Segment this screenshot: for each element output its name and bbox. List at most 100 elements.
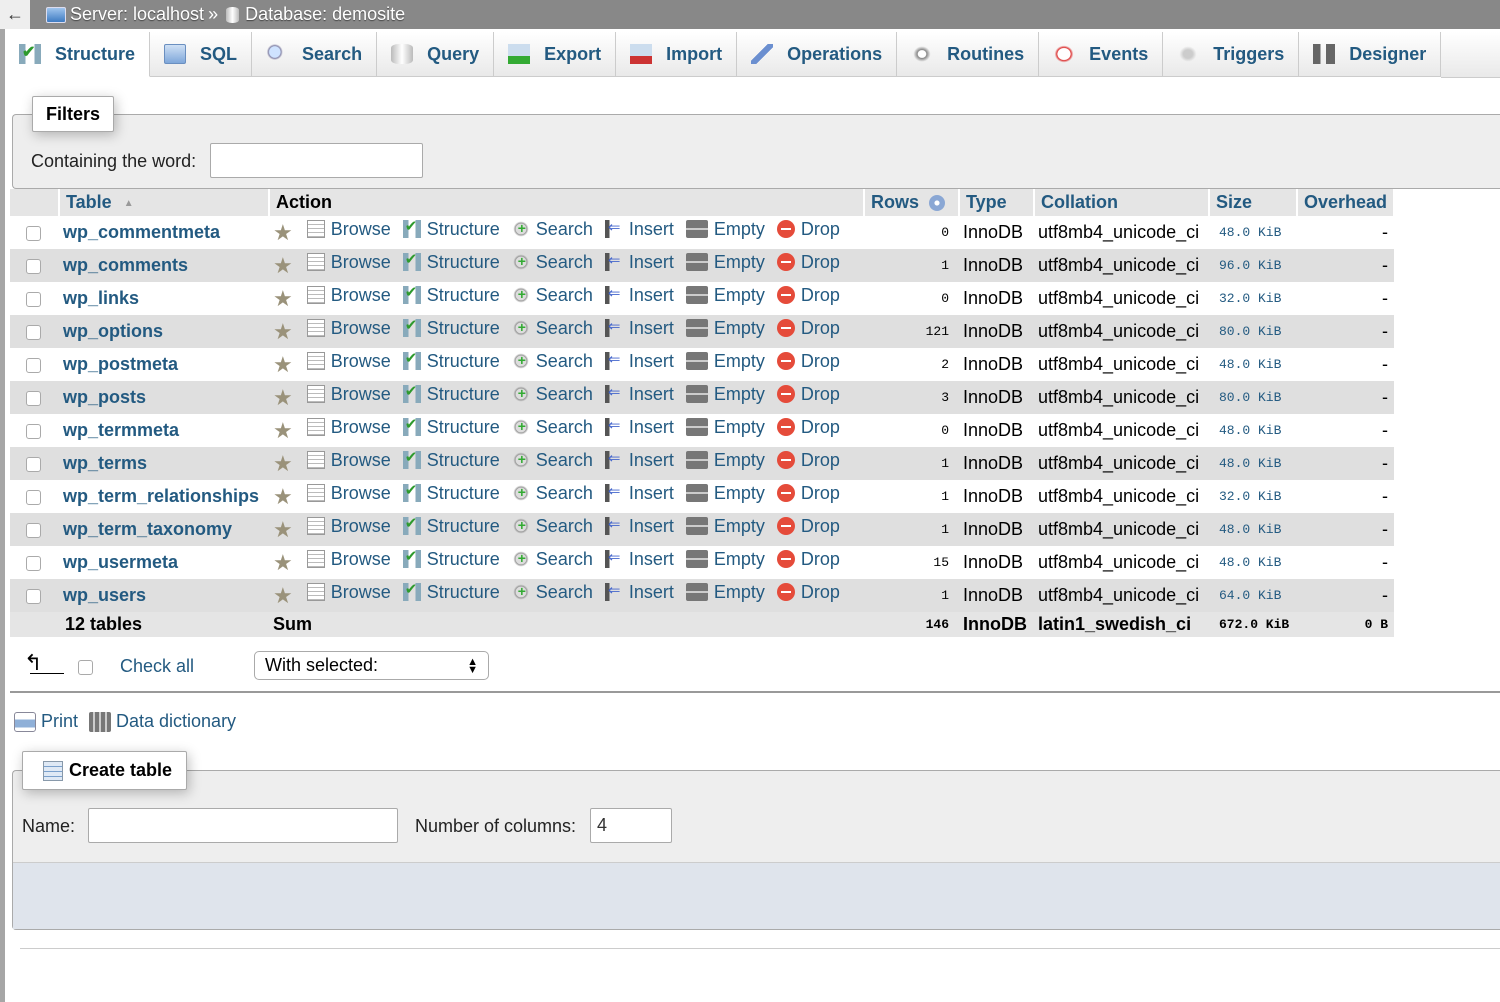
action-browse[interactable]: Browse <box>306 582 391 603</box>
table-size[interactable]: 48.0 KiB <box>1209 546 1297 579</box>
table-name-input[interactable] <box>88 808 398 843</box>
action-drop[interactable]: Drop <box>776 351 840 372</box>
table-name-link[interactable]: wp_postmeta <box>63 354 178 374</box>
action-browse[interactable]: Browse <box>306 219 391 240</box>
table-name-link[interactable]: wp_links <box>63 288 139 308</box>
action-empty[interactable]: Empty <box>685 483 765 504</box>
filter-word-input[interactable] <box>210 143 423 178</box>
print-link[interactable]: Print <box>14 711 78 732</box>
action-insert[interactable]: Insert <box>604 482 674 504</box>
action-insert[interactable]: Insert <box>604 449 674 471</box>
action-search[interactable]: Search <box>511 417 593 438</box>
columns-count-input[interactable] <box>590 808 672 843</box>
action-empty[interactable]: Empty <box>685 417 765 438</box>
action-structure[interactable]: Structure <box>402 580 500 603</box>
action-insert[interactable]: Insert <box>604 383 674 405</box>
action-drop[interactable]: Drop <box>776 318 840 339</box>
action-drop[interactable]: Drop <box>776 384 840 405</box>
row-checkbox[interactable] <box>26 291 41 307</box>
table-size[interactable]: 32.0 KiB <box>1209 480 1297 513</box>
table-size[interactable]: 48.0 KiB <box>1209 414 1297 447</box>
favorite-star-icon[interactable]: ★ <box>273 517 293 542</box>
table-name-link[interactable]: wp_terms <box>63 453 147 473</box>
row-checkbox[interactable] <box>26 324 41 340</box>
table-size[interactable]: 64.0 KiB <box>1209 579 1297 612</box>
action-empty[interactable]: Empty <box>685 450 765 471</box>
tab-events[interactable]: Events <box>1039 32 1164 77</box>
table-name-link[interactable]: wp_usermeta <box>63 552 178 572</box>
action-structure[interactable]: Structure <box>402 382 500 405</box>
action-empty[interactable]: Empty <box>685 384 765 405</box>
row-checkbox[interactable] <box>26 423 41 439</box>
breadcrumb-server[interactable]: Server: localhost <box>46 4 204 25</box>
action-structure[interactable]: Structure <box>402 349 500 372</box>
tab-structure[interactable]: ✔ Structure <box>5 32 151 77</box>
action-drop[interactable]: Drop <box>776 417 840 438</box>
favorite-star-icon[interactable]: ★ <box>273 418 293 443</box>
action-insert[interactable]: Insert <box>604 548 674 570</box>
tab-query[interactable]: Query <box>377 32 495 77</box>
action-search[interactable]: Search <box>511 483 593 504</box>
row-checkbox[interactable] <box>26 588 41 604</box>
action-search[interactable]: Search <box>511 450 593 471</box>
action-empty[interactable]: Empty <box>685 219 765 240</box>
action-browse[interactable]: Browse <box>306 252 391 273</box>
action-insert[interactable]: Insert <box>604 350 674 372</box>
table-name-link[interactable]: wp_term_taxonomy <box>63 519 232 539</box>
header-size[interactable]: Size <box>1209 189 1298 216</box>
action-drop[interactable]: Drop <box>776 483 840 504</box>
action-drop[interactable]: Drop <box>776 219 840 240</box>
tab-export[interactable]: Export <box>494 32 617 77</box>
help-icon[interactable] <box>929 195 946 212</box>
favorite-star-icon[interactable]: ★ <box>273 352 293 377</box>
row-checkbox[interactable] <box>26 225 41 241</box>
action-structure[interactable]: Structure <box>402 547 500 570</box>
favorite-star-icon[interactable]: ★ <box>273 484 293 509</box>
tab-operations[interactable]: Operations <box>737 32 898 77</box>
action-empty[interactable]: Empty <box>685 516 765 537</box>
favorite-star-icon[interactable]: ★ <box>273 451 293 476</box>
action-search[interactable]: Search <box>511 549 593 570</box>
action-structure[interactable]: Structure <box>402 481 500 504</box>
action-drop[interactable]: Drop <box>776 285 840 306</box>
action-structure[interactable]: Structure <box>402 448 500 471</box>
action-browse[interactable]: Browse <box>306 417 391 438</box>
action-search[interactable]: Search <box>511 252 593 273</box>
action-search[interactable]: Search <box>511 351 593 372</box>
action-drop[interactable]: Drop <box>776 516 840 537</box>
table-name-link[interactable]: wp_users <box>63 585 146 605</box>
table-name-link[interactable]: wp_options <box>63 321 163 341</box>
action-search[interactable]: Search <box>511 384 593 405</box>
favorite-star-icon[interactable]: ★ <box>273 220 293 245</box>
action-browse[interactable]: Browse <box>306 384 391 405</box>
back-arrow-button[interactable]: ← <box>0 0 30 29</box>
action-structure[interactable]: Structure <box>402 514 500 537</box>
action-search[interactable]: Search <box>511 285 593 306</box>
favorite-star-icon[interactable]: ★ <box>273 583 293 608</box>
favorite-star-icon[interactable]: ★ <box>273 253 293 278</box>
tab-designer[interactable]: Designer <box>1299 32 1442 77</box>
action-search[interactable]: Search <box>511 318 593 339</box>
action-empty[interactable]: Empty <box>685 318 765 339</box>
with-selected-dropdown[interactable]: With selected: ▲ ▼ <box>254 651 489 680</box>
action-search[interactable]: Search <box>511 516 593 537</box>
action-drop[interactable]: Drop <box>776 549 840 570</box>
action-structure[interactable]: Structure <box>402 250 500 273</box>
action-insert[interactable]: Insert <box>604 581 674 603</box>
row-checkbox[interactable] <box>26 555 41 571</box>
action-browse[interactable]: Browse <box>306 549 391 570</box>
table-size[interactable]: 80.0 KiB <box>1209 315 1297 348</box>
favorite-star-icon[interactable]: ★ <box>273 286 293 311</box>
breadcrumb-database[interactable]: Database: demosite <box>222 4 405 25</box>
header-collation[interactable]: Collation <box>1034 189 1210 216</box>
tab-sql[interactable]: SQL <box>150 32 253 77</box>
action-insert[interactable]: Insert <box>604 416 674 438</box>
header-table[interactable]: Table ▲ <box>59 189 270 216</box>
header-type[interactable]: Type <box>959 189 1035 216</box>
table-size[interactable]: 48.0 KiB <box>1209 513 1297 546</box>
data-dictionary-link[interactable]: Data dictionary <box>89 711 236 732</box>
action-browse[interactable]: Browse <box>306 318 391 339</box>
row-checkbox[interactable] <box>26 390 41 406</box>
action-empty[interactable]: Empty <box>685 285 765 306</box>
favorite-star-icon[interactable]: ★ <box>273 550 293 575</box>
